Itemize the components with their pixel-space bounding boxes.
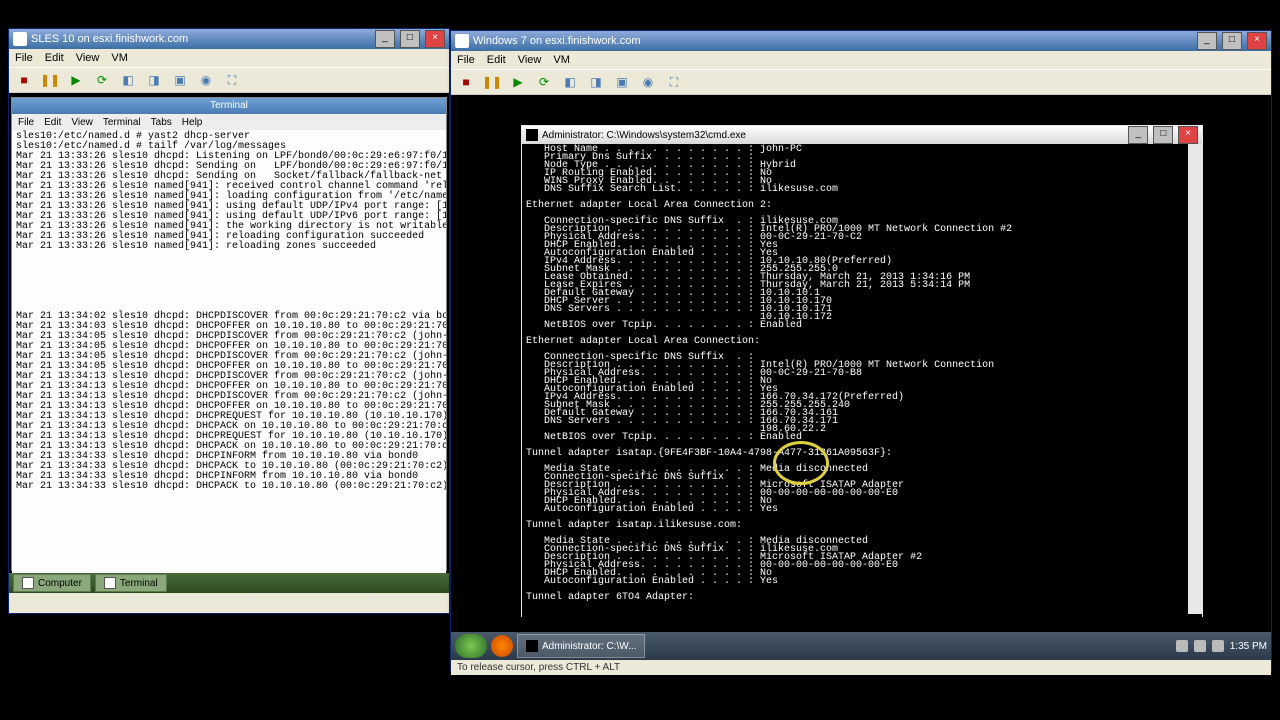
term-menu-terminal[interactable]: Terminal	[103, 117, 141, 128]
guest-desktop-windows: Administrator: C:\Windows\system32\cmd.e…	[451, 95, 1271, 660]
window-title: SLES 10 on esxi.finishwork.com	[31, 33, 188, 45]
close-button[interactable]: ×	[425, 30, 445, 48]
cmd-icon	[526, 129, 538, 141]
snapshot-manager-icon[interactable]: ◨	[145, 71, 163, 89]
minimize-button[interactable]: _	[1128, 126, 1148, 144]
window-controls: _ □ ×	[373, 30, 445, 48]
statusbar: To release cursor, press CTRL + ALT	[451, 660, 1271, 675]
vm-window-win7: Windows 7 on esxi.finishwork.com _ □ × F…	[450, 30, 1272, 672]
maximize-button[interactable]: □	[400, 30, 420, 48]
status-text: To release cursor, press CTRL + ALT	[457, 662, 620, 673]
refresh-icon[interactable]: ⟳	[535, 73, 553, 91]
stop-icon[interactable]: ■	[15, 71, 33, 89]
term-menu-file[interactable]: File	[18, 117, 34, 128]
terminal-menubar: File Edit View Terminal Tabs Help	[12, 114, 446, 130]
menu-edit[interactable]: Edit	[45, 52, 64, 64]
terminal-output[interactable]: sles10:/etc/named.d # yast2 dhcp-server …	[12, 130, 446, 574]
cd-icon[interactable]: ◉	[639, 73, 657, 91]
maximize-button[interactable]: □	[1222, 32, 1242, 50]
window-title: Windows 7 on esxi.finishwork.com	[473, 35, 641, 47]
cmd-title: Administrator: C:\Windows\system32\cmd.e…	[542, 130, 746, 141]
menu-file[interactable]: File	[15, 52, 33, 64]
term-menu-tabs[interactable]: Tabs	[151, 117, 172, 128]
pause-icon[interactable]: ❚❚	[41, 71, 59, 89]
terminal-window: Terminal File Edit View Terminal Tabs He…	[11, 97, 447, 571]
toolbar-right: ■ ❚❚ ▶ ⟳ ◧ ◨ ▣ ◉ ⛶	[451, 69, 1271, 95]
menu-edit[interactable]: Edit	[487, 54, 506, 66]
refresh-icon[interactable]: ⟳	[93, 71, 111, 89]
term-menu-help[interactable]: Help	[182, 117, 203, 128]
titlebar-right[interactable]: Windows 7 on esxi.finishwork.com _ □ ×	[451, 31, 1271, 51]
menu-file[interactable]: File	[457, 54, 475, 66]
linux-taskbar: Computer Terminal	[9, 573, 449, 593]
tray-volume-icon[interactable]	[1212, 640, 1224, 652]
menu-vm[interactable]: VM	[111, 52, 128, 64]
disk-icon[interactable]: ▣	[613, 73, 631, 91]
toolbar-left: ■ ❚❚ ▶ ⟳ ◧ ◨ ▣ ◉ ⛶	[9, 67, 449, 93]
close-button[interactable]: ×	[1247, 32, 1267, 50]
snapshot-icon[interactable]: ◧	[561, 73, 579, 91]
tray-network-icon[interactable]	[1194, 640, 1206, 652]
term-menu-edit[interactable]: Edit	[44, 117, 61, 128]
menubar-right: File Edit View VM	[451, 51, 1271, 69]
start-button[interactable]	[455, 634, 487, 658]
vm-window-sles: SLES 10 on esxi.finishwork.com _ □ × Fil…	[8, 28, 450, 614]
cmd-titlebar[interactable]: Administrator: C:\Windows\system32\cmd.e…	[522, 126, 1202, 144]
tray-flag-icon[interactable]	[1176, 640, 1188, 652]
term-menu-view[interactable]: View	[71, 117, 93, 128]
menu-view[interactable]: View	[518, 54, 542, 66]
cmd-icon	[526, 640, 538, 652]
play-icon[interactable]: ▶	[67, 71, 85, 89]
app-icon	[13, 32, 27, 46]
fullscreen-icon[interactable]: ⛶	[223, 71, 241, 89]
cmd-window: Administrator: C:\Windows\system32\cmd.e…	[521, 125, 1203, 617]
taskbar-computer[interactable]: Computer	[13, 574, 91, 592]
guest-desktop-linux: Terminal File Edit View Terminal Tabs He…	[9, 93, 449, 593]
terminal-icon	[104, 577, 116, 589]
snapshot-icon[interactable]: ◧	[119, 71, 137, 89]
maximize-button[interactable]: □	[1153, 126, 1173, 144]
titlebar-left[interactable]: SLES 10 on esxi.finishwork.com _ □ ×	[9, 29, 449, 49]
minimize-button[interactable]: _	[375, 30, 395, 48]
fullscreen-icon[interactable]: ⛶	[665, 73, 683, 91]
terminal-titlebar[interactable]: Terminal	[12, 98, 446, 114]
stop-icon[interactable]: ■	[457, 73, 475, 91]
close-button[interactable]: ×	[1178, 126, 1198, 144]
cmd-window-controls: _ □ ×	[1126, 126, 1198, 144]
menubar-left: File Edit View VM	[9, 49, 449, 67]
cmd-output[interactable]: Host Name . . . . . . . . . . . . : john…	[522, 144, 1202, 618]
computer-icon	[22, 577, 34, 589]
taskbar-terminal[interactable]: Terminal	[95, 574, 167, 592]
app-icon	[455, 34, 469, 48]
window-controls: _ □ ×	[1195, 32, 1267, 50]
system-tray: 1:35 PM	[1176, 640, 1267, 652]
minimize-button[interactable]: _	[1197, 32, 1217, 50]
pause-icon[interactable]: ❚❚	[483, 73, 501, 91]
snapshot-manager-icon[interactable]: ◨	[587, 73, 605, 91]
menu-view[interactable]: View	[76, 52, 100, 64]
firefox-icon[interactable]	[491, 635, 513, 657]
play-icon[interactable]: ▶	[509, 73, 527, 91]
taskbar-item-cmd[interactable]: Administrator: C:\W...	[517, 634, 645, 658]
cd-icon[interactable]: ◉	[197, 71, 215, 89]
menu-vm[interactable]: VM	[553, 54, 570, 66]
clock[interactable]: 1:35 PM	[1230, 641, 1267, 652]
windows-taskbar: Administrator: C:\W... 1:35 PM	[451, 632, 1271, 660]
scrollbar[interactable]	[1188, 144, 1202, 614]
disk-icon[interactable]: ▣	[171, 71, 189, 89]
